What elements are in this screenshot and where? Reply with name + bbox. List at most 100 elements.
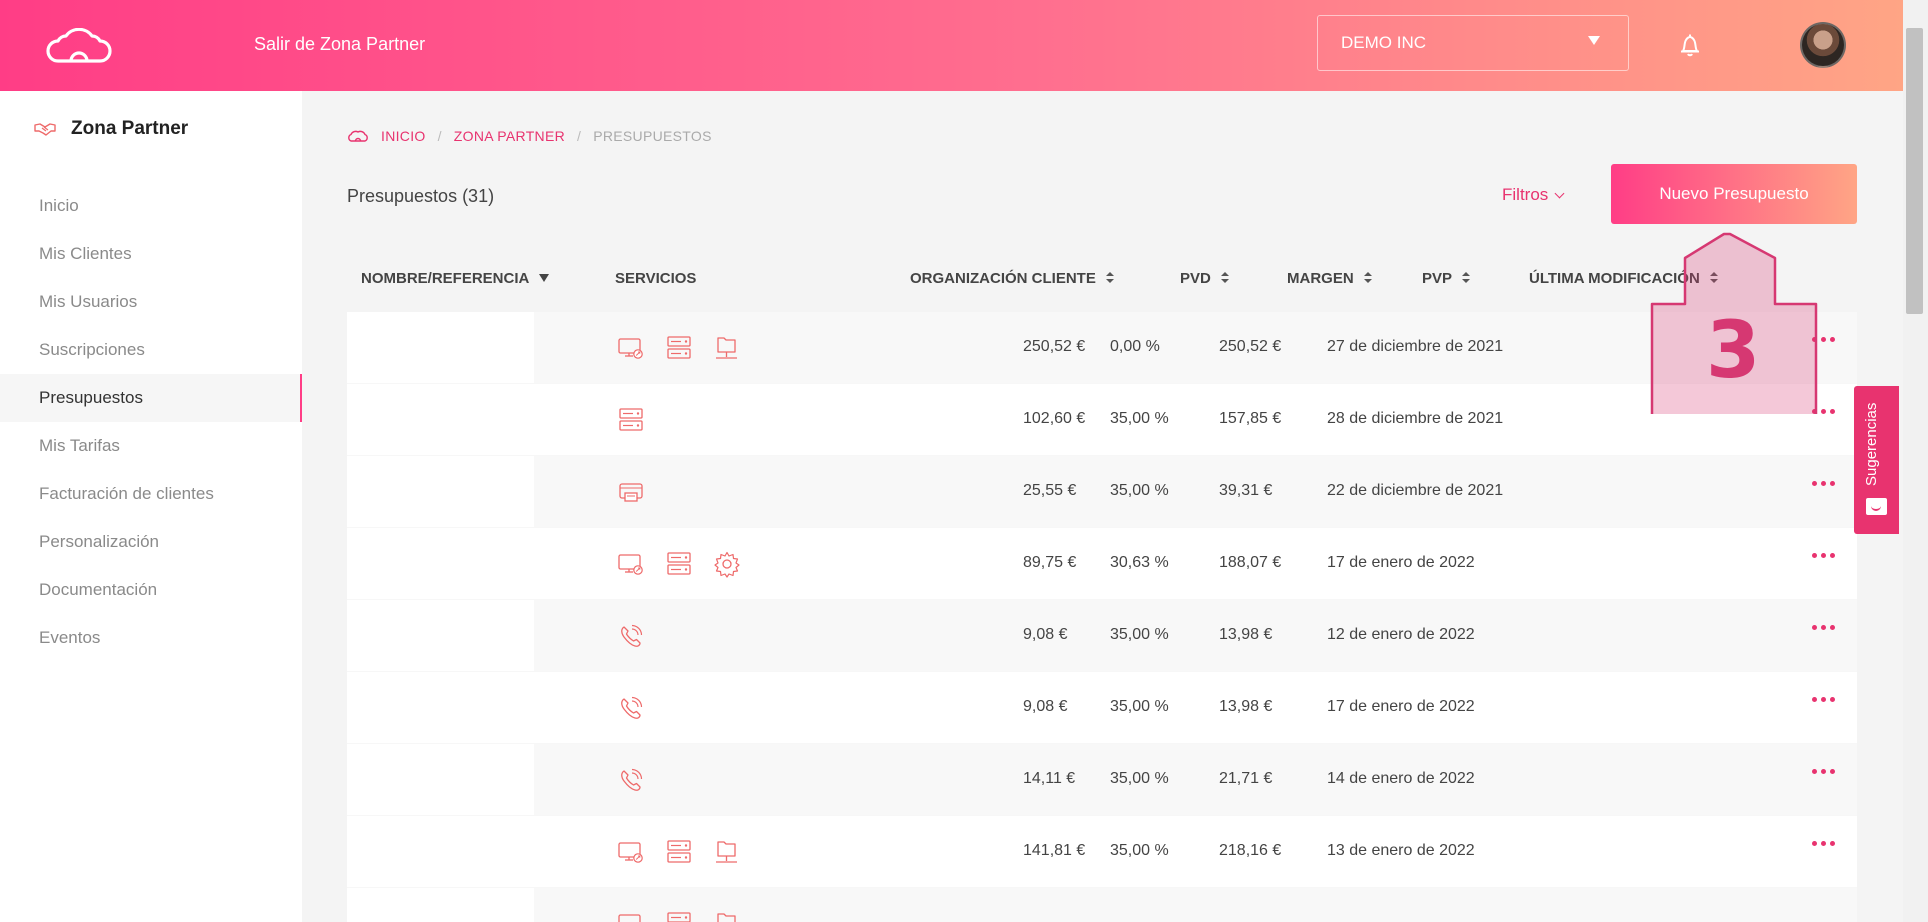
row-services: [617, 766, 645, 799]
table-row[interactable]: 102,60 € 35,00 % 157,85 € 28 de diciembre d…: [347, 384, 1857, 456]
column-pvd[interactable]: PVD: [1180, 270, 1229, 287]
sidebar-item-eventos[interactable]: Eventos: [0, 614, 302, 662]
sidebar-item-mis-clientes[interactable]: Mis Clientes: [0, 230, 302, 278]
row-more-options-icon[interactable]: [1812, 769, 1835, 774]
phone-icon: [617, 766, 645, 799]
sort-icon: [1220, 272, 1229, 284]
row-pvd: 9,08 €: [1023, 626, 1068, 643]
row-services: [617, 406, 645, 439]
row-more-options-icon[interactable]: [1812, 625, 1835, 630]
server-icon: [617, 406, 645, 439]
row-services: [617, 550, 741, 583]
gear-icon: [713, 550, 741, 583]
breadcrumb: INICIO / ZONA PARTNER / PRESUPUESTOS: [347, 128, 712, 144]
cloud-logo-icon[interactable]: [44, 28, 114, 64]
row-pvd: 14,11 €: [1023, 770, 1076, 787]
row-services: [617, 694, 645, 727]
phone-icon: [617, 694, 645, 727]
row-pvp: 39,31 €: [1219, 482, 1273, 499]
user-avatar[interactable]: [1800, 22, 1846, 68]
new-budget-button[interactable]: Nuevo Presupuesto: [1611, 164, 1857, 224]
sidebar-item-mis-usuarios[interactable]: Mis Usuarios: [0, 278, 302, 326]
row-modified: 14 de enero de 2022: [1327, 770, 1475, 787]
breadcrumb-separator: /: [577, 128, 582, 144]
table-row[interactable]: 250,52 € 0,00 % 250,52 € 27 de diciembre de…: [347, 312, 1857, 384]
suggestions-label: Sugerencias: [1863, 402, 1880, 486]
exit-partner-zone-link[interactable]: Salir de Zona Partner: [254, 34, 425, 55]
server-icon: [665, 838, 693, 871]
row-pvd: 102,60 €: [1023, 410, 1086, 427]
row-pvd: 9,08 €: [1023, 698, 1068, 715]
row-pvp: 250,52 €: [1219, 338, 1282, 355]
row-modified: 22 de diciembre de 2021: [1327, 482, 1504, 499]
column-pvp[interactable]: PVP: [1422, 270, 1471, 287]
column-org-label: ORGANIZACIÓN CLIENTE: [910, 270, 1096, 287]
row-pvp: 13,98 €: [1219, 626, 1273, 643]
pc-icon: [617, 910, 645, 922]
breadcrumb-inicio[interactable]: INICIO: [381, 128, 426, 144]
table-row[interactable]: 9,08 € 35,00 % 13,98 € 17 de enero de 2022: [347, 672, 1857, 744]
column-margin[interactable]: MARGEN: [1287, 270, 1372, 287]
row-services: [617, 622, 645, 655]
row-more-options-icon[interactable]: [1812, 553, 1835, 558]
row-pvp: 157,85 €: [1219, 410, 1282, 427]
row-pvd: 89,75 €: [1023, 554, 1077, 571]
row-name-cell: [347, 456, 534, 527]
folder-network-icon: [713, 910, 741, 922]
column-org[interactable]: ORGANIZACIÓN CLIENTE: [910, 270, 1114, 287]
row-margin: 35,00 %: [1110, 626, 1169, 643]
breadcrumb-zona-partner[interactable]: ZONA PARTNER: [454, 128, 565, 144]
organization-select[interactable]: DEMO INC: [1317, 15, 1629, 71]
sidebar-item-personalizacion[interactable]: Personalización: [0, 518, 302, 566]
row-margin: 35,00 %: [1110, 482, 1169, 499]
table-row[interactable]: 9,08 € 35,00 % 13,98 € 12 de enero de 2022: [347, 600, 1857, 672]
row-services: [617, 838, 741, 871]
table-row[interactable]: 141,81 € 35,00 % 218,16 € 13 de enero de 20…: [347, 816, 1857, 888]
row-pvp: 21,71 €: [1219, 770, 1273, 787]
bell-icon[interactable]: [1679, 34, 1701, 58]
row-margin: 35,00 %: [1110, 410, 1169, 427]
table-row[interactable]: [347, 888, 1857, 922]
top-bar: Salir de Zona Partner DEMO INC: [0, 0, 1903, 91]
sidebar-item-inicio[interactable]: Inicio: [0, 182, 302, 230]
cloud-home-icon[interactable]: [347, 130, 369, 142]
column-name[interactable]: NOMBRE/REFERENCIA: [361, 270, 550, 287]
folder-network-icon: [713, 334, 741, 367]
row-pvd: 141,81 €: [1023, 842, 1086, 859]
column-name-label: NOMBRE/REFERENCIA: [361, 270, 530, 287]
pc-icon: [617, 334, 645, 367]
row-more-options-icon[interactable]: [1812, 841, 1835, 846]
row-services: [617, 478, 645, 511]
sidebar-item-facturacion[interactable]: Facturación de clientes: [0, 470, 302, 518]
sidebar-item-suscripciones[interactable]: Suscripciones: [0, 326, 302, 374]
sidebar-item-mis-tarifas[interactable]: Mis Tarifas: [0, 422, 302, 470]
sidebar-item-presupuestos[interactable]: Presupuestos: [0, 374, 302, 422]
sort-icon: [1363, 272, 1372, 284]
chat-icon: [1866, 498, 1887, 515]
organization-select-value: DEMO INC: [1341, 33, 1426, 52]
table-row[interactable]: 14,11 € 35,00 % 21,71 € 14 de enero de 2022: [347, 744, 1857, 816]
filters-toggle[interactable]: Filtros: [1502, 185, 1565, 205]
folder-network-icon: [713, 838, 741, 871]
suggestions-tab[interactable]: Sugerencias: [1854, 386, 1899, 534]
row-pvd: 250,52 €: [1023, 338, 1086, 355]
row-more-options-icon[interactable]: [1812, 481, 1835, 486]
row-name-cell: [347, 528, 534, 599]
table-body: 250,52 € 0,00 % 250,52 € 27 de diciembre de…: [347, 312, 1857, 922]
row-modified: 28 de diciembre de 2021: [1327, 410, 1504, 427]
row-more-options-icon[interactable]: [1812, 697, 1835, 702]
sidebar-item-documentacion[interactable]: Documentación: [0, 566, 302, 614]
row-services: [617, 334, 741, 367]
table-row[interactable]: 25,55 € 35,00 % 39,31 € 22 de diciembre de …: [347, 456, 1857, 528]
row-pvp: 218,16 €: [1219, 842, 1282, 859]
row-name-cell: [347, 312, 534, 383]
sort-icon: [1105, 272, 1114, 284]
breadcrumb-presupuestos: PRESUPUESTOS: [593, 128, 712, 144]
scrollbar-thumb[interactable]: [1906, 28, 1923, 314]
row-name-cell: [347, 672, 534, 743]
column-services-label: SERVICIOS: [615, 270, 697, 287]
table-row[interactable]: 89,75 € 30,63 % 188,07 € 17 de enero de 202…: [347, 528, 1857, 600]
row-pvp: 188,07 €: [1219, 554, 1282, 571]
row-margin: 35,00 %: [1110, 842, 1169, 859]
row-name-cell: [347, 384, 534, 455]
